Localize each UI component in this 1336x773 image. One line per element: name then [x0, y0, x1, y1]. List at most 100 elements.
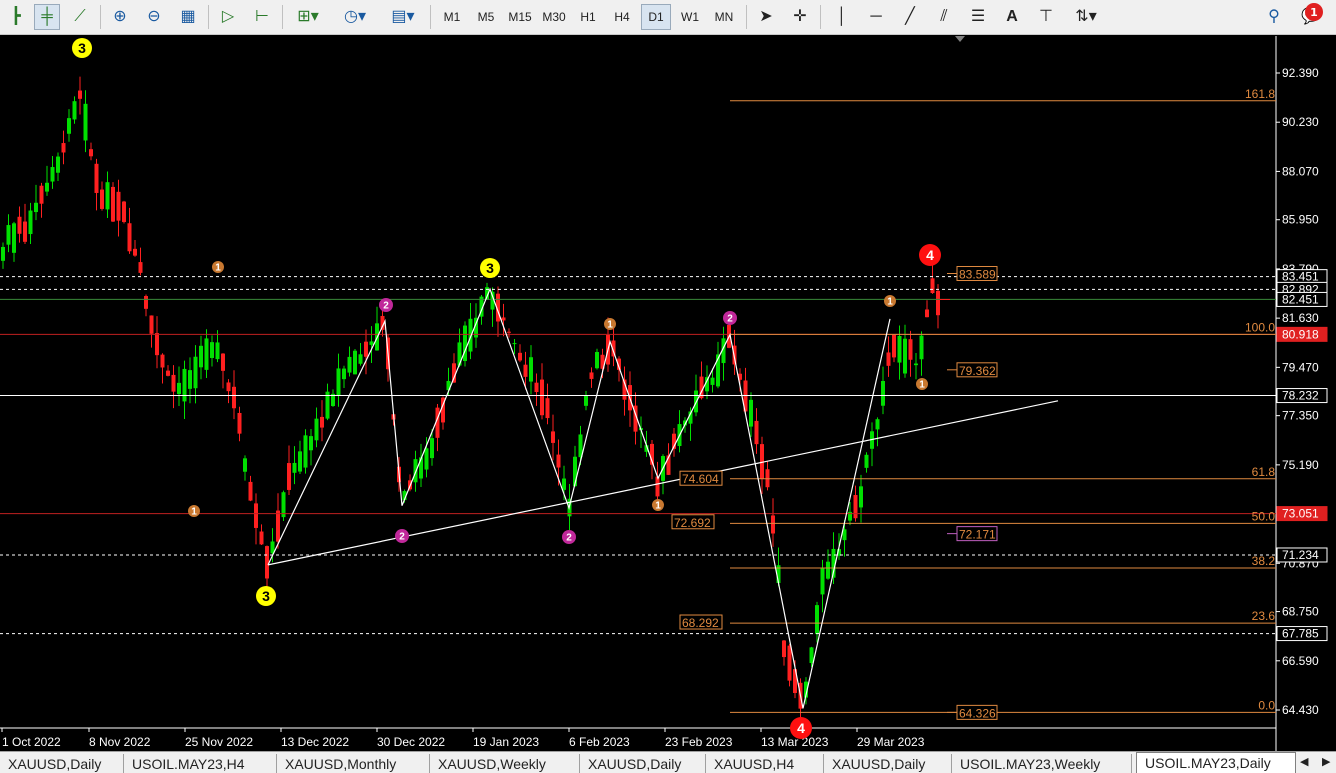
timeframe-m15[interactable]: M15 — [505, 4, 535, 30]
candle-body — [199, 345, 203, 368]
tab-usoil-daily[interactable]: USOIL.MAY23,Daily — [1136, 752, 1296, 773]
periods-clock-icon[interactable]: ◷▾ — [336, 4, 374, 30]
price-tag-text: 78.232 — [1282, 389, 1319, 403]
zoom-out-icon[interactable]: ⊖ — [142, 4, 166, 30]
timeframe-m5[interactable]: M5 — [471, 4, 501, 30]
tab-xauusd-daily-2[interactable]: XAUUSD,Daily — [580, 754, 706, 773]
fib-level-label: 61.8 — [1252, 465, 1276, 479]
wave-label-text: 2 — [399, 532, 405, 543]
candle-body — [72, 101, 77, 120]
timeframe-h1[interactable]: H1 — [573, 4, 603, 30]
chart-canvas[interactable]: 92.39090.23088.07085.95083.79081.63079.4… — [0, 36, 1336, 751]
tile-windows-icon[interactable]: ▦ — [176, 4, 200, 30]
candle-body — [89, 149, 93, 157]
wave-label-text: 1 — [919, 380, 925, 391]
candle-body — [144, 296, 148, 309]
search-icon[interactable]: ⚲ — [1262, 4, 1286, 30]
timeframe-w1[interactable]: W1 — [675, 4, 705, 30]
vertical-line-icon[interactable]: │ — [830, 4, 854, 30]
price-tag-text: 80.918 — [1282, 327, 1319, 341]
candle-body — [518, 352, 522, 361]
candle-body — [347, 356, 352, 373]
price-axis-label: 92.390 — [1282, 66, 1319, 80]
candle-body — [320, 416, 324, 428]
toolbar: ┣ ╪ ⟋ ⊕ ⊖ ▦ ▷ ⊢ ⊞▾ ◷▾ ▤▾ M1 M5 M15 M30 H… — [0, 0, 1336, 35]
tab-xauusd-daily-3[interactable]: XAUUSD,Daily — [824, 754, 952, 773]
trendline — [267, 400, 1059, 566]
candle-body — [276, 510, 280, 542]
chart-shift-icon[interactable]: ⊢ — [250, 4, 274, 30]
candle-body — [859, 486, 863, 508]
candle-body — [765, 469, 770, 488]
trendline-icon[interactable]: ╱ — [898, 4, 922, 30]
timeframe-mn[interactable]: MN — [709, 4, 739, 30]
text-label-icon[interactable]: ⊤ — [1034, 4, 1058, 30]
date-axis-label: 23 Feb 2023 — [665, 735, 733, 749]
candle-body — [171, 374, 176, 392]
price-axis-label: 75.190 — [1282, 458, 1319, 472]
wave-label-text: 3 — [486, 260, 494, 276]
drawings-layer — [0, 100, 1276, 713]
price-tag-text: 71.234 — [1282, 548, 1319, 562]
autoscroll-icon[interactable]: ▷ — [216, 4, 240, 30]
chart-tabs-bar: XAUUSD,Daily USOIL.MAY23,H4 XAUUSD,Month… — [0, 751, 1336, 773]
candle-body — [50, 167, 55, 182]
timeframe-m1[interactable]: M1 — [437, 4, 467, 30]
tab-xauusd-monthly[interactable]: XAUUSD,Monthly — [277, 754, 430, 773]
candle-body — [782, 640, 786, 658]
tab-xauusd-weekly[interactable]: XAUUSD,Weekly — [430, 754, 580, 773]
candle-body — [556, 454, 561, 468]
arrows-dropdown-icon[interactable]: ⇅▾ — [1068, 4, 1104, 30]
candle-body — [204, 338, 209, 370]
candle-body — [419, 457, 423, 479]
price-tag-text: 67.785 — [1282, 627, 1319, 641]
candle-body — [897, 335, 902, 363]
date-axis-label: 8 Nov 2022 — [89, 735, 151, 749]
timeframe-d1[interactable]: D1 — [641, 4, 671, 30]
candle-body — [254, 503, 258, 528]
equidistant-channel-icon[interactable]: ⫽ — [930, 4, 958, 30]
candle-body — [413, 459, 418, 483]
timeframe-h4[interactable]: H4 — [607, 4, 637, 30]
tab-usoil-weekly[interactable]: USOIL.MAY23,Weekly — [952, 754, 1132, 773]
fib-level-label: 0.0 — [1258, 698, 1275, 712]
fibonacci-retracement-icon[interactable]: ☰ — [964, 4, 992, 30]
text-tool-icon[interactable]: A — [1000, 4, 1024, 30]
candle-body — [1, 246, 5, 261]
tab-xauusd-h4[interactable]: XAUUSD,H4 — [706, 754, 824, 773]
tab-xauusd-daily[interactable]: XAUUSD,Daily — [0, 754, 124, 773]
candle-body — [265, 546, 269, 579]
candle-body — [908, 339, 913, 360]
tab-usoil-h4[interactable]: USOIL.MAY23,H4 — [124, 754, 277, 773]
candle-body — [12, 223, 16, 253]
candle-body — [358, 354, 363, 364]
date-axis-label: 29 Mar 2023 — [857, 735, 925, 749]
wave-label-text: 1 — [215, 263, 221, 274]
price-chart[interactable]: 92.390 90.230 88.070 85.950 83.790 81.630 79.4… — [0, 36, 1336, 751]
price-axis-label: 68.750 — [1282, 605, 1319, 619]
wave-label-text: 2 — [566, 533, 572, 544]
templates-icon[interactable]: ▤▾ — [384, 4, 422, 30]
cursor-icon[interactable]: ➤ — [754, 4, 778, 30]
date-axis-label: 19 Jan 2023 — [473, 735, 539, 749]
candle-body — [215, 342, 220, 360]
tab-scroll-left-icon[interactable]: ◀ — [1300, 755, 1308, 768]
crosshair-icon[interactable]: ✛ — [788, 4, 812, 30]
indicators-dropdown-icon[interactable]: ⊞▾ — [290, 4, 326, 30]
candlestick-chart-icon[interactable]: ╪ — [34, 4, 60, 30]
candle-body — [584, 395, 588, 406]
price-tag-text: 73.051 — [1282, 507, 1319, 521]
candle-body — [523, 364, 528, 377]
tab-scroll-right-icon[interactable]: ▶ — [1322, 755, 1330, 768]
bar-chart-icon[interactable]: ┣ — [4, 4, 28, 30]
candle-body — [210, 342, 214, 359]
zoom-in-icon[interactable]: ⊕ — [108, 4, 132, 30]
candle-body — [188, 370, 192, 389]
line-chart-icon[interactable]: ⟋ — [68, 4, 92, 30]
candle-body — [925, 309, 929, 318]
timeframe-m30[interactable]: M30 — [539, 4, 569, 30]
candle-body — [512, 343, 517, 345]
horizontal-line-icon[interactable]: ─ — [864, 4, 888, 30]
price-axis-label: 88.070 — [1282, 164, 1319, 178]
candle-body — [149, 315, 154, 334]
